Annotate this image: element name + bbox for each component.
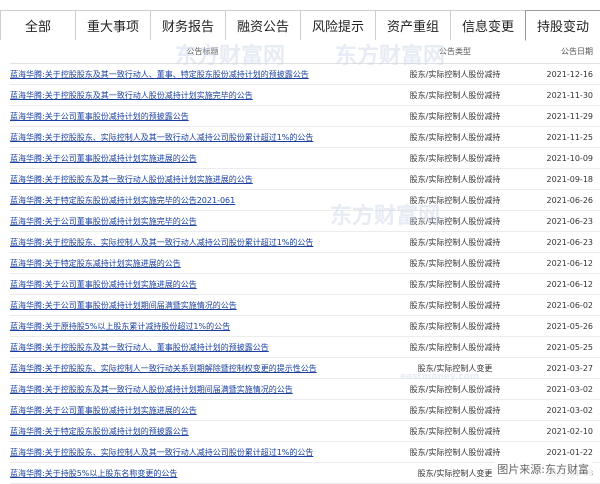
announcement-type: 股东/实际控制人股份减持: [409, 426, 501, 436]
announcement-date: 2021-11-29: [546, 111, 594, 121]
announcement-type: 股东/实际控制人股份减持: [409, 174, 501, 184]
announcement-link[interactable]: 蓝海华腾:关于公司董事股份减持计划实施进展的公告: [10, 279, 395, 290]
announcement-type: 股东/实际控制人股份减持: [409, 237, 501, 247]
announcement-date: 2021-03-02: [546, 405, 594, 415]
announcement-type: 股东/实际控制人变更: [417, 363, 493, 373]
announcement-list: 蓝海华腾:关于控股股东及其一致行动人、董事、特定股东股份减持计划的预披露公告股东…: [10, 64, 600, 484]
table-row: 蓝海华腾:关于控股股东及其一致行动人、董事股份减持计划的预披露公告 股东/实际控制…: [10, 337, 600, 358]
announcement-type: 股东/实际控制人股份减持: [409, 279, 501, 289]
announcement-date: 2021-02-10: [546, 426, 594, 436]
table-row: 蓝海华腾:关于控股股东及其一致行动人、董事、特定股东股份减持计划的预披露公告 股东…: [10, 64, 600, 85]
announcement-link[interactable]: 蓝海华腾:关于公司董事股份减持计划期间届满暨实施情况的公告: [10, 300, 395, 311]
announcement-link[interactable]: 蓝海华腾:关于控股股东及其一致行动人、董事、特定股东股份减持计划的预披露公告: [10, 69, 395, 80]
announcement-type: 股东/实际控制人股份减持: [409, 216, 501, 226]
tab-all[interactable]: 全部: [0, 10, 76, 40]
table-row: 蓝海华腾:关于特定股东股份减持计划的预披露公告 股东/实际控制人股份减持 2021-…: [10, 421, 600, 442]
announcement-date: 2021-06-12: [546, 258, 594, 268]
header-title: 公告标题: [186, 47, 219, 56]
tab-restructuring[interactable]: 资产重组: [375, 10, 451, 40]
announcement-link[interactable]: 蓝海华腾:关于持股5%以上股东名称变更的公告: [10, 468, 395, 479]
announcement-link[interactable]: 蓝海华腾:关于公司董事股份减持计划的预披露公告: [10, 111, 395, 122]
table-row: 蓝海华腾:关于控股股东及其一致行动人股份减持计划实施进展的公告 股东/实际控制人股…: [10, 169, 600, 190]
announcement-type: 股东/实际控制人股份减持: [409, 384, 501, 394]
announcement-link[interactable]: 蓝海华腾:关于控股股东、实际控制人及其一致行动人减持公司股份累计超过1%的公告: [10, 237, 395, 248]
announcement-type: 股东/实际控制人股份减持: [409, 153, 501, 163]
announcement-type: 股东/实际控制人股份减持: [409, 405, 501, 415]
tab-financial-reports[interactable]: 财务报告: [150, 10, 226, 40]
announcement-link[interactable]: 蓝海华腾:关于公司董事股份减持计划实施进展的公告: [10, 153, 395, 164]
announcement-type: 股东/实际控制人股份减持: [409, 90, 501, 100]
announcement-date: 2021-05-25: [546, 342, 594, 352]
announcement-date: 2021-06-26: [546, 195, 594, 205]
table-row: 蓝海华腾:关于原持股5%以上股东累计减持股份超过1%的公告 股东/实际控制人股份减…: [10, 316, 600, 337]
announcement-link[interactable]: 蓝海华腾:关于控股股东及其一致行动人股份减持计划实施完毕的公告: [10, 90, 395, 101]
announcement-date: 2021-09-18: [546, 174, 594, 184]
image-credit: 图片来源:东方财富: [494, 461, 592, 477]
table-row: 蓝海华腾:关于公司董事股份减持计划实施进展的公告 股东/实际控制人股份减持 2021…: [10, 400, 600, 421]
announcement-type: 股东/实际控制人股份减持: [409, 447, 501, 457]
announcement-link[interactable]: 蓝海华腾:关于特定股东减持计划实施进展的公告: [10, 258, 395, 269]
tab-risk-warning[interactable]: 风险提示: [300, 10, 376, 40]
announcement-date: 2021-03-27: [546, 363, 594, 373]
announcement-link[interactable]: 蓝海华腾:关于控股股东、实际控制人及其一致行动人减持公司股份累计超过1%的公告: [10, 447, 395, 458]
tab-major-events[interactable]: 重大事项: [75, 10, 151, 40]
table-row: 蓝海华腾:关于公司董事股份减持计划期间届满暨实施情况的公告 股东/实际控制人股份减…: [10, 295, 600, 316]
table-row: 蓝海华腾:关于特定股东减持计划实施进展的公告 股东/实际控制人股份减持 2021-0…: [10, 253, 600, 274]
announcement-date: 2021-05-26: [546, 321, 594, 331]
table-row: 蓝海华腾:关于控股股东及其一致行动人股份减持计划期间届满暨实施情况的公告 股东/实…: [10, 379, 600, 400]
announcement-tabs: 全部 重大事项 财务报告 融资公告 风险提示 资产重组 信息变更 持股变动: [0, 0, 600, 41]
announcement-date: 2021-06-23: [546, 216, 594, 226]
table-row: 蓝海华腾:关于公司董事股份减持计划实施进展的公告 股东/实际控制人股份减持 2021…: [10, 274, 600, 295]
announcement-date: 2021-11-30: [546, 90, 594, 100]
announcement-link[interactable]: 蓝海华腾:关于公司董事股份减持计划实施进展的公告: [10, 405, 395, 416]
announcement-link[interactable]: 蓝海华腾:关于控股股东及其一致行动人、董事股份减持计划的预披露公告: [10, 342, 395, 353]
table-row: 蓝海华腾:关于控股股东、实际控制人及其一致行动人减持公司股份累计超过1%的公告 股…: [10, 442, 600, 463]
announcement-link[interactable]: 蓝海华腾:关于公司董事股份减持计划实施完毕的公告: [10, 216, 395, 227]
announcement-date: 2021-06-12: [546, 279, 594, 289]
announcement-date: 2021-06-23: [546, 237, 594, 247]
announcement-link[interactable]: 蓝海华腾:关于特定股东股份减持计划的预披露公告: [10, 426, 395, 437]
announcement-link[interactable]: 蓝海华腾:关于控股股东、实际控制人一致行动关系到期解除暨控制权变更的提示性公告: [10, 363, 395, 374]
announcement-date: 2021-03-02: [546, 384, 594, 394]
table-row: 蓝海华腾:关于控股股东、实际控制人及其一致行动人减持公司股份累计超过1%的公告 股…: [10, 232, 600, 253]
table-row: 蓝海华腾:关于控股股东、实际控制人及其一致行动人减持公司股份累计超过1%的公告 股…: [10, 127, 600, 148]
header-type: 公告类型: [439, 47, 471, 56]
announcement-type: 股东/实际控制人股份减持: [409, 321, 501, 331]
announcement-link[interactable]: 蓝海华腾:关于控股股东、实际控制人及其一致行动人减持公司股份累计超过1%的公告: [10, 132, 395, 143]
announcement-link[interactable]: 蓝海华腾:关于控股股东及其一致行动人股份减持计划实施进展的公告: [10, 174, 395, 185]
tab-financing[interactable]: 融资公告: [225, 10, 301, 40]
announcement-link[interactable]: 蓝海华腾:关于控股股东及其一致行动人股份减持计划期间届满暨实施情况的公告: [10, 384, 395, 395]
announcement-type: 股东/实际控制人股份减持: [409, 132, 501, 142]
tab-shareholding-change[interactable]: 持股变动: [525, 10, 600, 41]
table-row: 蓝海华腾:关于特定股东股份减持计划实施完毕的公告2021-061 股东/实际控制人…: [10, 190, 600, 211]
announcement-link[interactable]: 蓝海华腾:关于原持股5%以上股东累计减持股份超过1%的公告: [10, 321, 395, 332]
announcement-type: 股东/实际控制人股份减持: [409, 195, 501, 205]
table-row: 蓝海华腾:关于公司董事股份减持计划实施完毕的公告 股东/实际控制人股份减持 2021…: [10, 211, 600, 232]
table-row: 蓝海华腾:关于公司董事股份减持计划实施进展的公告 股东/实际控制人股份减持 2021…: [10, 148, 600, 169]
header-date: 公告日期: [561, 47, 593, 56]
table-row: 蓝海华腾:关于控股股东、实际控制人一致行动关系到期解除暨控制权变更的提示性公告 股…: [10, 358, 600, 379]
announcement-type: 股东/实际控制人股份减持: [409, 342, 501, 352]
announcement-date: 2021-11-25: [546, 132, 594, 142]
announcement-link[interactable]: 蓝海华腾:关于特定股东股份减持计划实施完毕的公告2021-061: [10, 195, 395, 206]
announcement-date: 2021-01-22: [546, 447, 594, 457]
tab-info-change[interactable]: 信息变更: [450, 10, 526, 40]
announcement-type: 股东/实际控制人股份减持: [409, 111, 501, 121]
announcement-date: 2021-12-16: [546, 69, 594, 79]
table-header: 公告标题 公告类型 公告日期: [10, 40, 600, 64]
announcement-type: 股东/实际控制人股份减持: [409, 258, 501, 268]
announcement-type: 股东/实际控制人股份减持: [409, 300, 501, 310]
announcement-date: 2021-06-02: [546, 300, 594, 310]
table-row: 蓝海华腾:关于控股股东及其一致行动人股份减持计划实施完毕的公告 股东/实际控制人股…: [10, 85, 600, 106]
announcement-date: 2021-10-09: [546, 153, 594, 163]
announcement-type: 股东/实际控制人股份减持: [409, 69, 501, 79]
table-row: 蓝海华腾:关于公司董事股份减持计划的预披露公告 股东/实际控制人股份减持 2021-…: [10, 106, 600, 127]
